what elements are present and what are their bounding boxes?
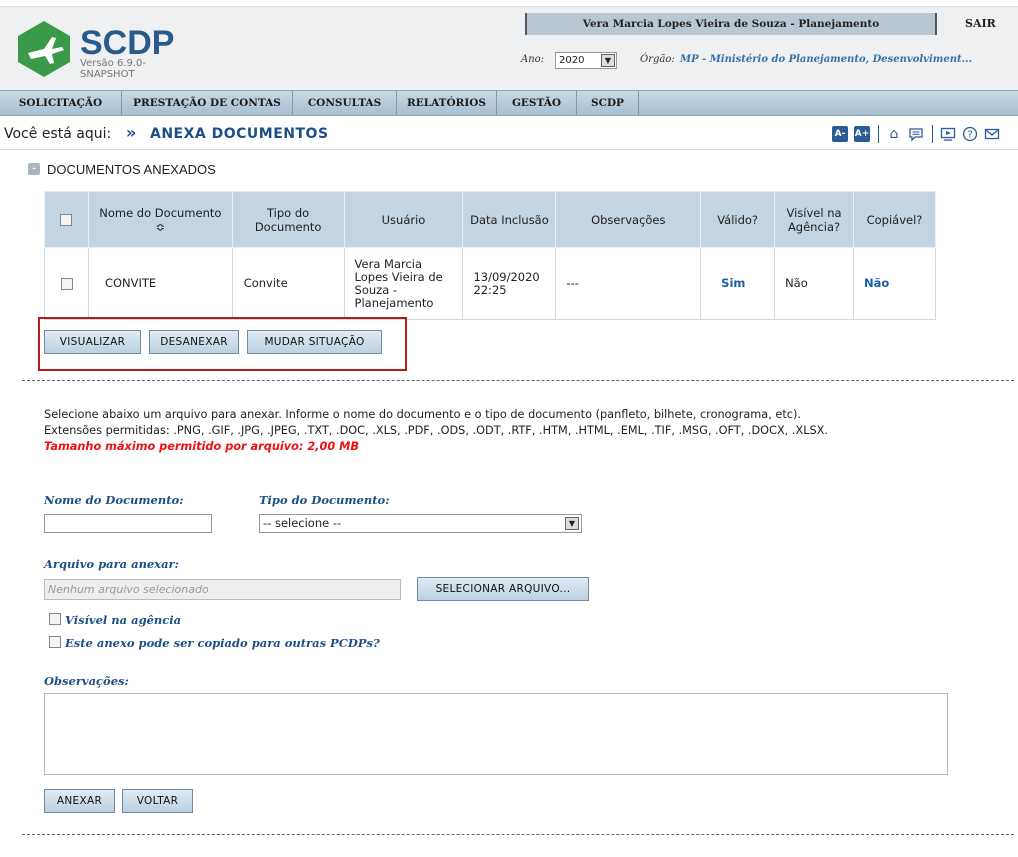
nav-item-consultas[interactable]: CONSULTAS [293, 91, 397, 115]
header: SCDP Versão 6.9.0- SNAPSHOT Vera Marcia … [0, 6, 1018, 90]
chevron-down-icon: ▼ [565, 517, 579, 530]
nav-item-gestao[interactable]: GESTÃO [497, 91, 577, 115]
cell-copiavel[interactable]: Não [853, 247, 936, 320]
col-data: Data Inclusão [462, 191, 557, 248]
anexar-button[interactable]: ANEXAR [44, 789, 115, 813]
observacoes-label: Observações: [44, 674, 129, 688]
version-label: Versão 6.9.0- SNAPSHOT [80, 58, 146, 80]
logout-link[interactable]: SAIR [965, 13, 996, 35]
page: SCDP Versão 6.9.0- SNAPSHOT Vera Marcia … [0, 0, 1018, 857]
orgao-value[interactable]: MP - Ministério do Planejamento, Desenvo… [680, 54, 972, 65]
row-checkbox[interactable] [61, 277, 73, 290]
col-visivel: Visível na Agência? [774, 191, 854, 248]
cell-nome: CONVITE [87, 247, 233, 320]
cell-obs: --- [555, 247, 702, 320]
documents-table: Nome do Documento ≎ Tipo do Documento Us… [44, 191, 936, 320]
extensions-line: Extensões permitidas: .PNG, .GIF, .JPG, … [44, 424, 828, 437]
cell-data: 13/09/2020 22:25 [462, 247, 557, 320]
ano-label: Ano: [521, 54, 545, 65]
file-display: Nenhum arquivo selecionado [44, 579, 401, 600]
nav-item-scdp[interactable]: SCDP [577, 91, 639, 115]
font-increase-button[interactable]: A+ [854, 126, 870, 142]
desanexar-button[interactable]: DESANEXAR [149, 330, 239, 354]
font-decrease-button[interactable]: A- [832, 126, 848, 142]
section-title: DOCUMENTOS ANEXADOS [47, 162, 216, 177]
tipo-select[interactable]: -- selecione -- ▼ [259, 514, 582, 533]
version-tag: SNAPSHOT [80, 69, 135, 80]
cell-visivel: Não [774, 247, 854, 320]
chat-icon[interactable] [908, 126, 924, 142]
max-size-warning: Tamanho máximo permitido por arquivo: 2,… [44, 440, 359, 453]
row-select-cell [44, 247, 89, 320]
logo-title: SCDP [80, 24, 175, 62]
divider [22, 380, 1014, 381]
table-row: CONVITE Convite Vera Marcia Lopes Vieira… [44, 247, 936, 320]
version-number: Versão 6.9.0- [80, 58, 147, 69]
mudar-situacao-button[interactable]: MUDAR SITUAÇÃO [247, 330, 382, 354]
observacoes-textarea[interactable] [44, 693, 948, 775]
mail-icon[interactable] [984, 126, 1000, 142]
selecionar-arquivo-button[interactable]: SELECIONAR ARQUIVO... [417, 577, 589, 601]
visualizar-button[interactable]: VISUALIZAR [44, 330, 141, 354]
select-all-checkbox[interactable] [60, 214, 73, 226]
cell-valido[interactable]: Sim [700, 247, 776, 320]
visivel-checkbox[interactable] [49, 613, 61, 625]
ano-value: 2020 [559, 55, 585, 66]
main-nav: SOLICITAÇÃO PRESTAÇÃO DE CONTAS CONSULTA… [0, 90, 1018, 116]
select-all-cell [44, 191, 89, 248]
nome-input[interactable] [44, 514, 212, 533]
help-icon[interactable]: ? [962, 126, 978, 142]
nav-item-relatorios[interactable]: RELATÓRIOS [397, 91, 497, 115]
orgao-label: Órgão: [640, 54, 675, 65]
nav-item-solicitacao[interactable]: SOLICITAÇÃO [0, 91, 122, 115]
video-icon[interactable] [940, 126, 956, 142]
info-line: Selecione abaixo um arquivo para anexar.… [44, 408, 801, 421]
arquivo-label: Arquivo para anexar: [44, 557, 179, 571]
visivel-label: Visível na agência [65, 613, 182, 627]
user-name: Vera Marcia Lopes Vieira de Souza - Plan… [525, 13, 937, 35]
col-nome[interactable]: Nome do Documento ≎ [87, 191, 233, 248]
breadcrumb: Você está aqui: » ANEXA DOCUMENTOS A- A+… [0, 120, 1018, 150]
nav-item-prestacao-de-contas[interactable]: PRESTAÇÃO DE CONTAS [122, 91, 293, 115]
collapse-icon[interactable]: - [28, 163, 40, 175]
tipo-label: Tipo do Documento: [259, 493, 390, 507]
svg-text:?: ? [967, 130, 972, 141]
visivel-checkbox-row[interactable]: Visível na agência [49, 613, 181, 627]
tipo-select-value: -- selecione -- [263, 516, 342, 530]
col-tipo: Tipo do Documento [231, 191, 345, 248]
home-icon[interactable]: ⌂ [886, 126, 902, 142]
cell-usuario: Vera Marcia Lopes Vieira de Souza - Plan… [343, 247, 464, 320]
scdp-logo-icon[interactable] [14, 19, 74, 79]
ano-select[interactable]: 2020 ▼ [555, 52, 617, 69]
double-chevron-right-icon: » [126, 123, 137, 142]
copiavel-label: Este anexo pode ser copiado para outras … [65, 636, 380, 650]
page-title: ANEXA DOCUMENTOS [150, 126, 329, 142]
table-header-row: Nome do Documento ≎ Tipo do Documento Us… [44, 191, 936, 248]
col-valido: Válido? [700, 191, 776, 248]
divider [932, 125, 933, 143]
cell-tipo: Convite [231, 247, 345, 320]
voltar-button[interactable]: VOLTAR [122, 789, 193, 813]
nome-label: Nome do Documento: [44, 493, 184, 507]
upload-info: Selecione abaixo um arquivo para anexar.… [44, 407, 828, 455]
divider [878, 125, 879, 143]
breadcrumb-label: Você está aqui: [4, 126, 112, 142]
col-copiavel: Copiável? [853, 191, 936, 248]
col-usuario: Usuário [343, 191, 464, 248]
chevron-down-icon: ▼ [601, 54, 615, 67]
copiavel-checkbox-row[interactable]: Este anexo pode ser copiado para outras … [49, 636, 380, 650]
copiavel-checkbox[interactable] [49, 636, 61, 648]
col-observacoes: Observações [555, 191, 702, 248]
divider [22, 834, 1014, 835]
